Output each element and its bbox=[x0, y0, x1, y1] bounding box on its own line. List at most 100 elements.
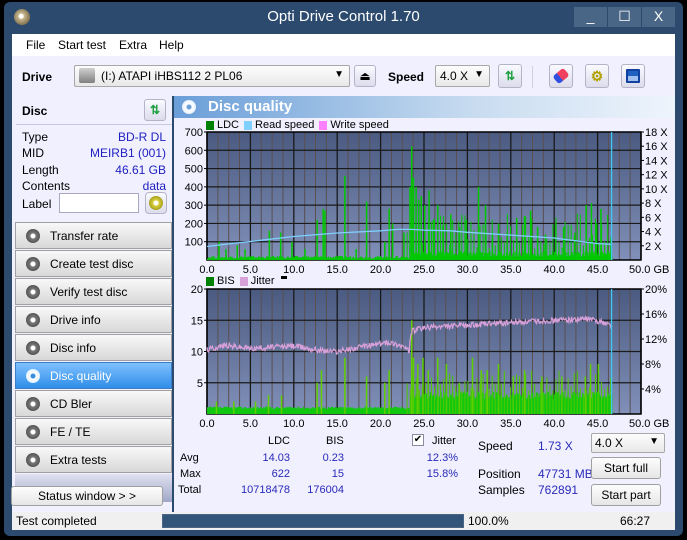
nav-drive-info[interactable]: Drive info bbox=[15, 306, 172, 333]
ldc-spike bbox=[440, 215, 442, 260]
nav-label: CD Bler bbox=[50, 396, 93, 411]
drive-select[interactable]: (I:) ATAPI iHBS112 2 PL06 ▼ bbox=[74, 65, 350, 87]
refresh-button[interactable]: ⇅ bbox=[498, 64, 522, 88]
save-button[interactable] bbox=[621, 64, 645, 88]
speed-select[interactable]: 4.0 X ▼ bbox=[435, 65, 490, 87]
panel-title: Disc quality bbox=[208, 98, 293, 115]
ldc-spike bbox=[420, 196, 423, 260]
bis-spike bbox=[500, 383, 502, 414]
disc-header: Disc bbox=[22, 104, 48, 118]
bis-spike bbox=[541, 376, 543, 414]
speed-stat-label: Speed bbox=[478, 439, 513, 453]
maximize-button[interactable]: ☐ bbox=[608, 7, 641, 27]
nav-fe-te[interactable]: FE / TE bbox=[15, 418, 172, 445]
ldc-spike bbox=[523, 216, 526, 260]
disc-label-button[interactable] bbox=[145, 192, 167, 214]
ldc-spike bbox=[427, 223, 429, 260]
ldc-spike bbox=[573, 236, 575, 260]
bis-spike bbox=[582, 393, 584, 414]
start-full-button[interactable]: Start full bbox=[591, 457, 661, 479]
stats-total-label: Total bbox=[178, 484, 202, 496]
ldc-spike bbox=[304, 249, 306, 260]
bis-spike bbox=[591, 391, 593, 414]
nav-extra-tests[interactable]: Extra tests bbox=[15, 446, 172, 473]
jitter-checkbox[interactable]: ✔ bbox=[412, 434, 424, 446]
disc-type-value: BD-R DL bbox=[117, 130, 166, 144]
bis-spike bbox=[471, 357, 474, 414]
nav-disc-quality[interactable]: Disc quality bbox=[15, 362, 172, 389]
bis-spike bbox=[427, 380, 429, 414]
ldc-spike bbox=[384, 241, 386, 260]
gears-icon: ⚙ bbox=[590, 67, 604, 84]
bis-spike bbox=[464, 381, 466, 414]
ldc-spike bbox=[509, 225, 511, 260]
y-right-tick-label: 12 X bbox=[645, 170, 668, 182]
bis-spike bbox=[576, 371, 578, 414]
menu-bar: File Start test Extra Help bbox=[12, 34, 675, 56]
menu-start-test[interactable]: Start test bbox=[58, 38, 106, 52]
nav-cd-bler[interactable]: CD Bler bbox=[15, 390, 172, 417]
ldc-spike bbox=[410, 146, 413, 260]
bis-spike bbox=[409, 388, 411, 414]
disc-refresh-button[interactable]: ⇅ bbox=[144, 99, 166, 121]
speed-stats: Speed 1.73 X Position 47731 MB Samples 7… bbox=[474, 432, 674, 507]
settings-button[interactable]: ⚙ bbox=[585, 64, 609, 88]
jitter-max-value: 15.8% bbox=[426, 468, 458, 480]
ldc-spike bbox=[579, 214, 581, 260]
bis-spike bbox=[449, 373, 451, 414]
ldc-spike bbox=[549, 241, 551, 260]
x-tick-label: 0.0 bbox=[199, 418, 214, 427]
bis-spike bbox=[215, 401, 218, 414]
menu-help[interactable]: Help bbox=[159, 38, 184, 52]
ldc-spike bbox=[544, 234, 547, 260]
disc-icon bbox=[26, 368, 40, 383]
ldc-spike bbox=[418, 226, 420, 260]
menu-file[interactable]: File bbox=[26, 38, 45, 52]
test-speed-select[interactable]: 4.0 X ▼ bbox=[591, 433, 665, 453]
left-panel: Disc ⇅ Type BD-R DL MID MEIRB1 (001) Lengt… bbox=[12, 96, 172, 512]
menu-extra[interactable]: Extra bbox=[119, 38, 147, 52]
stats-col-ldc: LDC bbox=[268, 435, 291, 447]
disc-label-input[interactable] bbox=[59, 193, 139, 213]
bis-spike bbox=[455, 386, 457, 414]
bis-spike bbox=[506, 395, 508, 414]
x-tick-label: 50.0 GB bbox=[629, 264, 669, 276]
bis-spike bbox=[564, 389, 566, 414]
ldc-spike bbox=[591, 234, 593, 260]
bis-spike bbox=[473, 389, 475, 414]
x-tick-label: 15.0 bbox=[326, 264, 347, 276]
elapsed-time: 66:27 bbox=[620, 514, 651, 528]
status-window-button[interactable]: Status window > > bbox=[11, 486, 163, 506]
x-tick-label: 45.0 bbox=[587, 418, 608, 427]
toolbar: Drive (I:) ATAPI iHBS112 2 PL06 ▼ ⏏ Spee… bbox=[12, 56, 675, 96]
chevron-down-icon: ▼ bbox=[334, 69, 344, 80]
bis-spike bbox=[424, 382, 426, 414]
close-button[interactable]: X bbox=[642, 7, 675, 27]
floppy-save-icon bbox=[626, 69, 640, 83]
nav-verify-test-disc[interactable]: Verify test disc bbox=[15, 278, 172, 305]
ldc-spike bbox=[225, 249, 227, 260]
nav-create-test-disc[interactable]: Create test disc bbox=[15, 250, 172, 277]
bis-spike bbox=[601, 381, 603, 414]
bis-spike bbox=[540, 381, 542, 414]
ldc-spike bbox=[552, 224, 554, 260]
bis-spike bbox=[491, 375, 493, 414]
minimize-button[interactable]: _ bbox=[574, 7, 607, 27]
start-part-button[interactable]: Start part bbox=[591, 484, 661, 506]
y-left-tick-label: 600 bbox=[185, 145, 203, 157]
nav-disc-info[interactable]: Disc info bbox=[15, 334, 172, 361]
ldc-spike bbox=[291, 241, 293, 260]
erase-button[interactable] bbox=[549, 64, 573, 88]
ldc-spike bbox=[403, 232, 405, 260]
ldc-spike bbox=[446, 223, 448, 260]
bis-spike bbox=[470, 387, 472, 414]
ldc-spike bbox=[529, 210, 532, 260]
ldc-spike bbox=[437, 239, 439, 260]
nav-transfer-rate[interactable]: Transfer rate bbox=[15, 222, 172, 249]
bis-spike bbox=[528, 390, 530, 414]
disc-icon bbox=[26, 312, 40, 327]
eject-button[interactable]: ⏏ bbox=[354, 65, 376, 87]
disc-length-label: Length bbox=[22, 163, 59, 177]
progress-text: 100.0% bbox=[468, 514, 509, 528]
ldc-max-value: 622 bbox=[271, 468, 290, 480]
